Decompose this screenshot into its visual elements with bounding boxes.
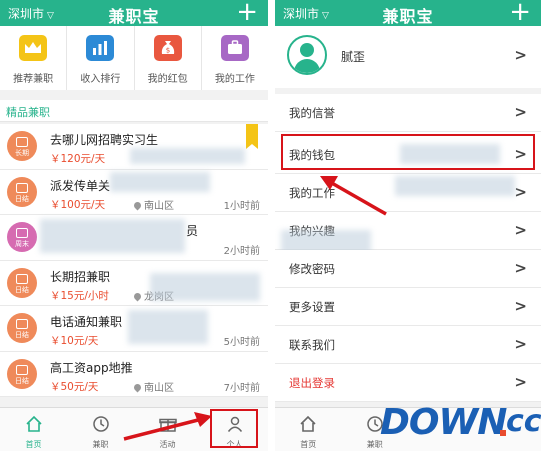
job-list-item[interactable]: 长期 去哪儿网招聘实习生 ￥120元/天 [0,124,268,170]
job-price: ￥100元/天 [50,198,106,211]
add-icon[interactable]: + [236,0,258,27]
calendar-icon [16,364,28,375]
home-screen: 深圳市 ▽ 兼职宝 + 推荐兼职 收入排行 $ 我的红包 我的工作 精品兼职 长… [0,0,268,451]
job-price: ￥10元/天 [50,335,99,347]
location-pin-icon [132,382,143,392]
tab-home[interactable]: 首页 [0,408,67,451]
location-pin-icon [132,291,143,301]
tab-home[interactable]: 首页 [275,408,342,451]
job-list-item[interactable]: 日结 派发传单关 ￥100元/天 南山区 1小时前 [0,169,268,215]
menu-item-logout[interactable]: 退出登录 > [275,364,541,402]
annotation-arrow-icon [123,412,212,441]
job-type-badge: 日结 [7,176,37,207]
blurred-region [395,176,515,196]
category-red-packet[interactable]: $ 我的红包 [135,26,202,90]
job-list-item[interactable]: 日结 高工资app地推 ￥50元/天 南山区 7小时前 [0,351,268,397]
job-time: 5小时前 [223,337,260,348]
annotation-arrow-icon [320,176,387,216]
home-icon [25,415,42,432]
job-title: 长期招兼职 [50,269,111,284]
calendar-icon [16,228,28,238]
app-title: 兼职宝 [108,7,160,26]
job-time: 7小时前 [223,382,260,394]
job-title: 去哪儿网招聘实习生 [50,133,159,147]
calendar-icon [16,182,28,193]
job-title: 电话通知兼职 [50,315,123,329]
menu-item-more-settings[interactable]: 更多设置 > [275,288,541,326]
menu-item-credit[interactable]: 我的信誉 > [275,94,541,132]
chevron-right-icon: > [514,259,527,277]
menu-item-contact-us[interactable]: 联系我们 > [275,326,541,364]
user-name: 腻歪 [341,50,366,64]
bar-chart-icon [86,35,115,61]
home-icon [300,415,316,432]
blurred-region [130,148,245,164]
chevron-right-icon: > [514,335,527,353]
job-time: 1小时前 [223,200,260,212]
category-label: 收入排行 [80,74,121,85]
chevron-right-icon: > [514,183,527,201]
category-label: 我的工作 [214,74,255,85]
chevron-right-icon: > [514,221,527,239]
briefcase-icon [220,35,249,61]
category-recommended[interactable]: 推荐兼职 [0,26,68,90]
category-income-rank[interactable]: 收入排行 [67,26,135,90]
job-type-badge: 日结 [7,267,37,298]
featured-ribbon-icon [246,124,258,149]
calendar-icon [16,319,28,329]
watermark-logo: DOWN cc [380,402,541,443]
job-location: 南山区 [132,197,174,212]
blurred-region [110,171,210,192]
money-bag-icon: $ [153,35,182,61]
job-list: 长期 去哪儿网招聘实习生 ￥120元/天 日结 派发传单关 ￥100元/天 南山… [0,124,268,397]
profile-screen: 深圳市 ▽ 兼职宝 + 腻歪 > 我的信誉 > 我的钱包 > 我的工作 > > … [275,0,541,451]
job-price: ￥15元/小时 [50,289,109,302]
top-bar: 深圳市 ▽ 兼职宝 + [0,0,268,27]
category-bar: 推荐兼职 收入排行 $ 我的红包 我的工作 [0,26,268,90]
calendar-icon [16,137,28,147]
section-title: 精品兼职 [0,100,268,122]
location-pin-icon [132,200,143,210]
job-title: 高工资app地推 [50,360,133,375]
svg-text:$: $ [165,47,169,55]
blurred-region [150,272,260,301]
job-title: 派发传单关 [50,178,111,193]
job-location: 南山区 [132,379,174,394]
crown-icon [19,35,48,61]
job-list-item[interactable]: 周末 员 2小时前 [0,215,268,261]
category-label: 推荐兼职 [13,74,54,85]
job-title: 员 [186,224,199,238]
app-title: 兼职宝 [382,7,434,26]
chevron-right-icon: > [514,46,527,64]
chevron-right-icon: > [514,297,527,315]
category-label: 我的红包 [147,74,188,85]
job-type-badge: 长期 [7,131,37,161]
profile-header[interactable]: 腻歪 > [275,26,541,88]
chevron-right-icon: > [514,373,527,391]
avatar [287,35,327,75]
blurred-region [40,219,185,253]
screenshot-stage: 深圳市 ▽ 兼职宝 + 推荐兼职 收入排行 $ 我的红包 我的工作 精品兼职 长… [0,0,541,451]
category-my-work[interactable]: 我的工作 [202,26,268,90]
add-icon[interactable]: + [509,0,531,27]
job-type-badge: 日结 [7,313,37,343]
calendar-icon [16,273,28,284]
job-time: 2小时前 [223,246,260,257]
blurred-region [128,310,208,344]
menu-item-change-password[interactable]: 修改密码 > [275,250,541,288]
clock-icon [92,416,109,432]
top-bar: 深圳市 ▽ 兼职宝 + [275,0,541,27]
job-price: ￥50元/天 [50,380,99,393]
highlight-box-wallet [281,134,535,170]
job-list-item[interactable]: 日结 电话通知兼职 ￥10元/天 5小时前 [0,306,268,352]
chevron-right-icon: > [514,103,527,121]
job-price: ￥120元/天 [50,153,106,165]
job-list-item[interactable]: 日结 长期招兼职 ￥15元/小时 龙岗区 [0,260,268,306]
job-type-badge: 周末 [7,222,37,252]
job-type-badge: 日结 [7,358,37,389]
